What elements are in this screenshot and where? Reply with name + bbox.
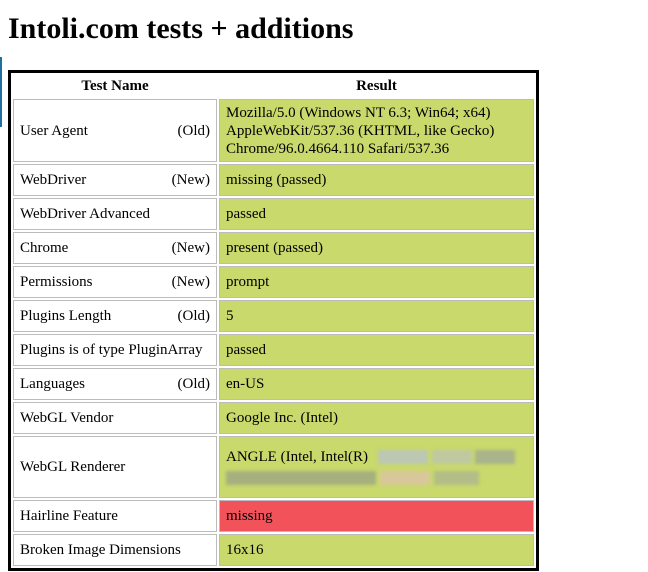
test-tag-label: (Old): [177, 122, 211, 139]
test-tag-label: (Old): [177, 376, 211, 392]
table-row-plugins-type: Plugins is of type PluginArray passed: [13, 334, 534, 366]
test-name-cell: Permissions (New): [13, 266, 217, 298]
table-row-permissions: Permissions (New) prompt: [13, 266, 534, 298]
column-header-test-name: Test Name: [81, 77, 149, 94]
test-name-cell: WebDriver Advanced: [13, 198, 217, 230]
redacted-block: [377, 450, 428, 465]
table-row-broken-image: Broken Image Dimensions 16x16: [13, 534, 534, 566]
result-text: ANGLE (Intel, Intel(R): [226, 448, 369, 465]
test-name-label: Chrome: [20, 240, 69, 256]
result-line: AppleWebKit/537.36 (KHTML, like Gecko): [226, 122, 495, 139]
table-row-plugins-length: Plugins Length (Old) 5: [13, 300, 534, 332]
table-row-webdriver: WebDriver (New) missing (passed): [13, 164, 534, 196]
test-name-label: Broken Image Dimensions: [20, 542, 181, 558]
result-cell: Google Inc. (Intel): [219, 402, 534, 434]
redacted-block: [226, 471, 376, 486]
test-name-cell: Hairline Feature: [13, 500, 217, 532]
result-cell-failed: missing: [219, 500, 534, 532]
test-name-label: Plugins Length: [20, 308, 112, 324]
result-cell: 5: [219, 300, 534, 332]
result-cell: present (passed): [219, 232, 534, 264]
test-name-label: Languages: [20, 376, 85, 392]
redacted-block: [431, 450, 472, 465]
column-header-result: Result: [356, 77, 397, 94]
result-cell: ANGLE (Intel, Intel(R): [219, 436, 534, 498]
test-name-cell: Plugins is of type PluginArray: [13, 334, 217, 366]
results-table: Test Name Result User Agent (Old) Mozill…: [8, 70, 539, 571]
test-name-label: WebDriver Advanced: [20, 206, 150, 222]
test-name-label: WebGL Renderer: [20, 459, 126, 475]
result-cell: Mozilla/5.0 (Windows NT 6.3; Win64; x64)…: [219, 99, 534, 162]
left-edge-marker: [0, 57, 2, 127]
result-cell: prompt: [219, 266, 534, 298]
result-cell: 16x16: [219, 534, 534, 566]
table-row-webgl-vendor: WebGL Vendor Google Inc. (Intel): [13, 402, 534, 434]
table-row-webdriver-advanced: WebDriver Advanced passed: [13, 198, 534, 230]
test-name-label: Hairline Feature: [20, 508, 118, 524]
test-name-cell: WebGL Vendor: [13, 402, 217, 434]
test-tag-label: (New): [171, 172, 210, 188]
page-title: Intoli.com tests + additions: [8, 12, 354, 45]
test-name-label: User Agent: [20, 122, 88, 139]
test-name-label: Permissions: [20, 274, 93, 290]
test-name-cell: Broken Image Dimensions: [13, 534, 217, 566]
test-name-label: WebDriver: [20, 172, 87, 188]
result-cell: passed: [219, 334, 534, 366]
test-name-cell: User Agent (Old): [13, 99, 217, 162]
table-row-languages: Languages (Old) en-US: [13, 368, 534, 400]
redacted-block: [433, 471, 479, 486]
table-row-webgl-renderer: WebGL Renderer ANGLE (Intel, Intel(R): [13, 436, 534, 498]
table-row-user-agent: User Agent (Old) Mozilla/5.0 (Windows NT…: [13, 99, 534, 162]
result-cell: passed: [219, 198, 534, 230]
test-tag-label: (New): [171, 240, 210, 256]
result-cell: missing (passed): [219, 164, 534, 196]
result-cell: en-US: [219, 368, 534, 400]
test-name-label: Plugins is of type PluginArray: [20, 342, 203, 358]
test-tag-label: (Old): [177, 308, 211, 324]
table-row-chrome: Chrome (New) present (passed): [13, 232, 534, 264]
redacted-block: [379, 471, 430, 486]
test-tag-label: (New): [171, 274, 210, 290]
test-name-label: WebGL Vendor: [20, 410, 114, 426]
table-row-hairline-feature: Hairline Feature missing: [13, 500, 534, 532]
test-name-cell: WebGL Renderer: [13, 436, 217, 498]
result-line: Chrome/96.0.4664.110 Safari/537.36: [226, 140, 450, 157]
result-line: Mozilla/5.0 (Windows NT 6.3; Win64; x64): [226, 104, 491, 121]
test-name-cell: Languages (Old): [13, 368, 217, 400]
test-name-cell: Plugins Length (Old): [13, 300, 217, 332]
test-name-cell: Chrome (New): [13, 232, 217, 264]
table-header-row: Test Name Result: [13, 75, 534, 97]
redacted-block: [475, 450, 516, 465]
test-name-cell: WebDriver (New): [13, 164, 217, 196]
